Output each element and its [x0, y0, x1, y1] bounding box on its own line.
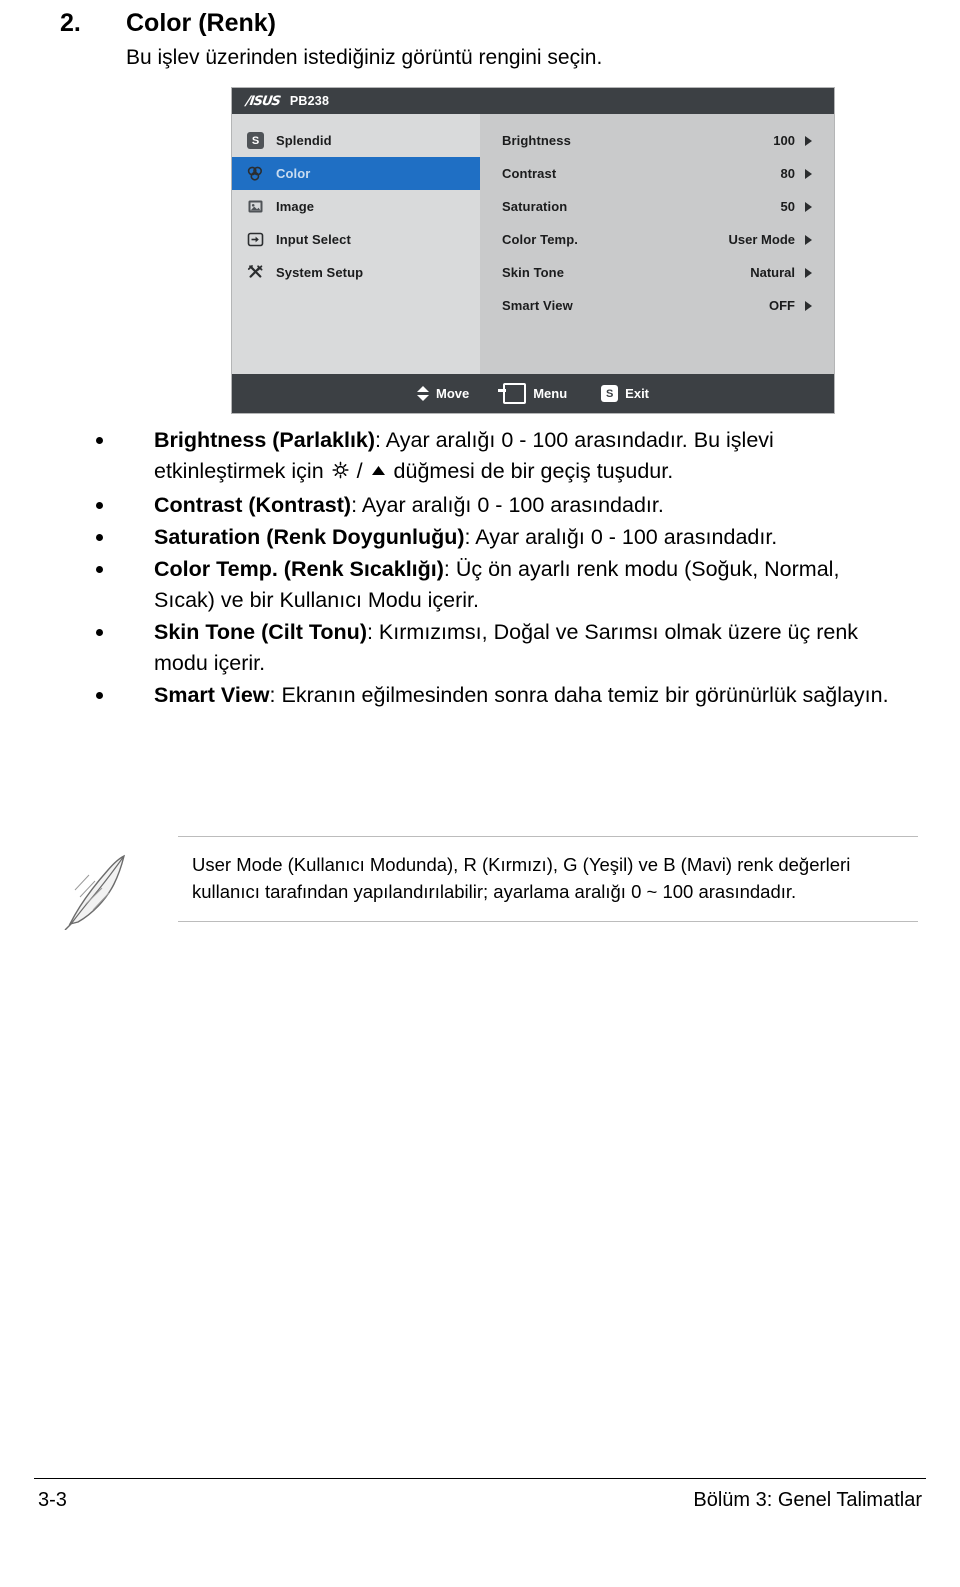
up-arrow-icon: [369, 458, 388, 489]
up-down-arrows-icon: [416, 386, 429, 401]
chevron-right-icon: [805, 201, 812, 212]
osd-option-skin-tone[interactable]: Skin Tone Natural: [480, 256, 834, 289]
osd-menu-item-image[interactable]: Image: [232, 190, 480, 223]
osd-option-list: Brightness 100 Contrast 80 Saturation 50…: [480, 114, 834, 374]
color-icon: [246, 164, 265, 183]
osd-option-label: Saturation: [502, 199, 568, 214]
osd-option-brightness[interactable]: Brightness 100: [480, 124, 834, 157]
bullet-list: Brightness (Parlaklık) : Ayar aralığı 0 -…: [96, 425, 906, 712]
osd-exit-label: Exit: [625, 386, 650, 401]
osd-option-saturation[interactable]: Saturation 50: [480, 190, 834, 223]
list-item: Smart View: Ekranın eğilmesinden sonra d…: [96, 680, 906, 711]
osd-exit-control[interactable]: S Exit: [601, 385, 649, 402]
section-heading: 2. Color (Renk) Bu işlev üzerinden isted…: [60, 8, 920, 72]
osd-titlebar: /ISUS PB238: [232, 88, 834, 114]
chevron-right-icon: [805, 300, 812, 311]
osd-menu-item-system-setup[interactable]: System Setup: [232, 256, 480, 289]
page-footer: 3-3 Bölüm 3: Genel Talimatlar: [0, 1478, 960, 1512]
chevron-right-icon: [805, 168, 812, 179]
bullet-term: Saturation (Renk Doygunluğu): [154, 525, 465, 549]
osd-menu-list: S Splendid Color Image Input Select Syst…: [232, 114, 480, 374]
osd-menu-control[interactable]: Menu: [498, 383, 568, 404]
osd-option-color-temp[interactable]: Color Temp. User Mode: [480, 223, 834, 256]
splendid-icon: S: [246, 131, 265, 150]
osd-option-label: Smart View: [502, 298, 573, 313]
osd-option-value: OFF: [769, 298, 795, 313]
bullet-term: Skin Tone (Cilt Tonu): [154, 620, 367, 644]
bullet-dot-icon: [96, 534, 103, 541]
bullet-dot-icon: [96, 566, 103, 573]
osd-menu-item-label: Image: [276, 199, 315, 214]
bullet-text: : Ayar aralığı 0 - 100 arasındadır.: [464, 525, 778, 549]
osd-menu-item-input-select[interactable]: Input Select: [232, 223, 480, 256]
list-item: Skin Tone (Cilt Tonu): Kırmızımsı, Doğal…: [96, 617, 906, 679]
brightness-icon: [330, 458, 351, 489]
bullet-dot-icon: [96, 629, 103, 636]
bullet-dot-icon: [96, 437, 103, 444]
osd-body: S Splendid Color Image Input Select Syst…: [232, 114, 834, 374]
osd-option-label: Skin Tone: [502, 265, 565, 280]
chevron-right-icon: [805, 267, 812, 278]
bullet-term: Color Temp. (Renk Sıcaklığı): [154, 557, 444, 581]
osd-footer: Move Menu S Exit: [232, 374, 834, 413]
osd-move-control[interactable]: Move: [416, 386, 470, 401]
osd-option-value: Natural: [750, 265, 795, 280]
feather-icon: [62, 848, 136, 931]
osd-model-label: PB238: [289, 94, 330, 108]
osd-option-label: Color Temp.: [502, 232, 578, 247]
osd-menu-item-label: System Setup: [276, 265, 364, 280]
bullet-dot-icon: [96, 692, 103, 699]
system-setup-icon: [246, 263, 265, 282]
list-item: Brightness (Parlaklık): Ayar aralığı 0 -…: [96, 425, 906, 489]
osd-menu-item-splendid[interactable]: S Splendid: [232, 124, 480, 157]
osd-option-label: Contrast: [502, 166, 557, 181]
osd-menu-label: Menu: [533, 386, 568, 401]
osd-menu-item-label: Color: [276, 166, 311, 181]
bullet-term: Contrast (Kontrast): [154, 493, 352, 517]
osd-menu-item-color[interactable]: Color: [232, 157, 480, 190]
asus-logo-icon: /ISUS: [244, 93, 281, 109]
chapter-label: Bölüm 3: Genel Talimatlar: [693, 1489, 922, 1511]
input-select-icon: [246, 230, 265, 249]
list-item: Saturation (Renk Doygunluğu): Ayar aralı…: [96, 522, 906, 553]
image-icon: [246, 197, 265, 216]
osd-move-label: Move: [435, 386, 470, 401]
osd-panel: /ISUS PB238 S Splendid Color Image Input…: [232, 88, 834, 413]
osd-menu-item-label: Splendid: [276, 133, 332, 148]
osd-option-contrast[interactable]: Contrast 80: [480, 157, 834, 190]
bullet-term: Smart View: [154, 683, 270, 707]
menu-icon: [498, 383, 527, 404]
note-box: User Mode (Kullanıcı Modunda), R (Kırmız…: [178, 836, 918, 922]
bullet-text-cont: düğmesi de bir geçiş tuşudur.: [387, 459, 674, 483]
bullet-term: Brightness (Parlaklık): [154, 428, 376, 452]
osd-option-value: User Mode: [728, 232, 795, 247]
osd-option-value: 80: [780, 166, 795, 181]
list-item: Contrast (Kontrast): Ayar aralığı 0 - 10…: [96, 490, 906, 521]
osd-option-smart-view[interactable]: Smart View OFF: [480, 289, 834, 322]
page-number: 3-3: [38, 1489, 67, 1511]
chevron-right-icon: [805, 135, 812, 146]
osd-option-label: Brightness: [502, 133, 571, 148]
osd-menu-item-label: Input Select: [276, 232, 351, 247]
bullet-text: : Ayar aralığı 0 - 100 arasındadır.: [351, 493, 664, 517]
bullet-dot-icon: [96, 502, 103, 509]
bullet-separator: /: [350, 459, 369, 483]
chevron-right-icon: [805, 234, 812, 245]
osd-option-value: 100: [773, 133, 795, 148]
heading-subtitle: Bu işlev üzerinden istediğiniz görüntü r…: [126, 46, 603, 69]
osd-option-value: 50: [780, 199, 795, 214]
note-text: User Mode (Kullanıcı Modunda), R (Kırmız…: [192, 854, 851, 902]
exit-icon: S: [601, 385, 619, 402]
list-item: Color Temp. (Renk Sıcaklığı): Üç ön ayar…: [96, 554, 906, 616]
heading-title: Color (Renk): [126, 9, 276, 37]
bullet-text: : Ekranın eğilmesinden sonra daha temiz …: [269, 683, 889, 707]
heading-number: 2.: [60, 9, 81, 37]
